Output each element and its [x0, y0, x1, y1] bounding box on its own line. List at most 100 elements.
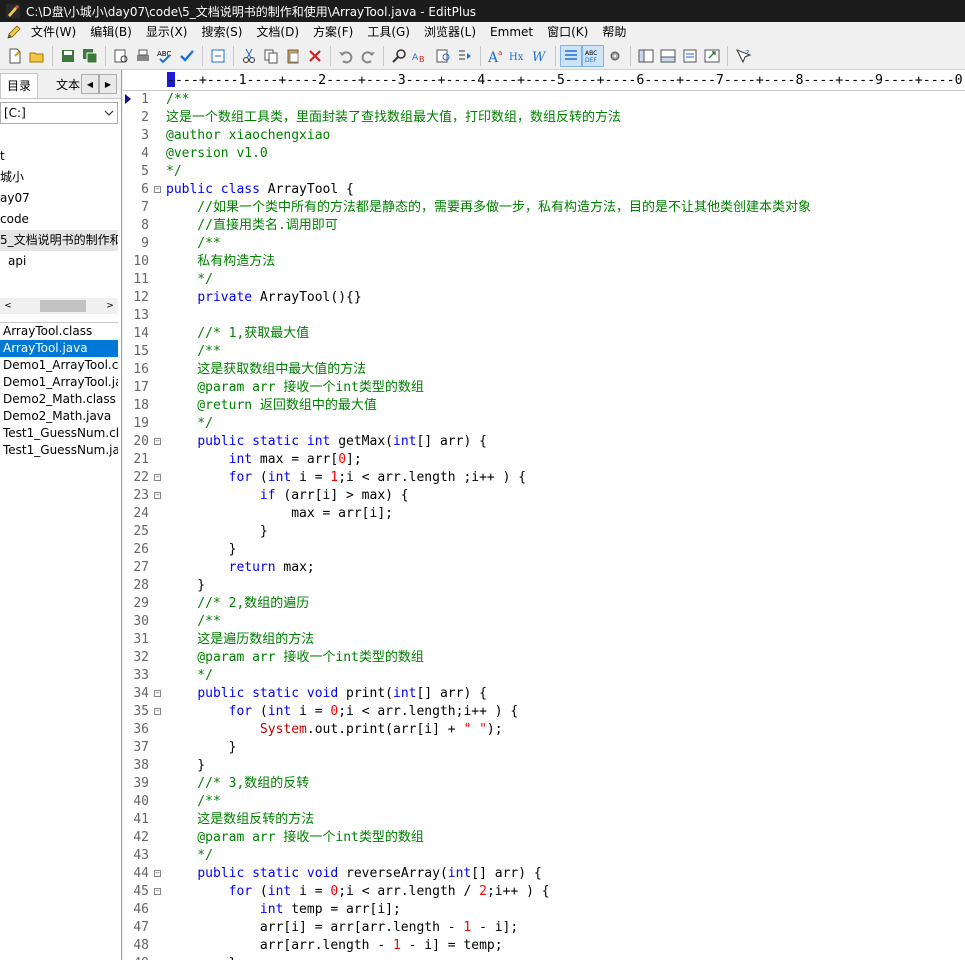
- file-item[interactable]: Test1_GuessNum.ja: [0, 442, 118, 459]
- folder-item[interactable]: api: [0, 251, 118, 272]
- menu-item[interactable]: Emmet: [483, 22, 540, 42]
- folder-item[interactable]: t: [0, 146, 118, 167]
- file-item[interactable]: ArrayTool.java: [0, 340, 118, 357]
- column-marker-icon[interactable]: ABC DEF: [582, 44, 604, 67]
- code-line[interactable]: 43 */: [123, 847, 965, 865]
- cliptext-icon[interactable]: [680, 46, 700, 66]
- menu-item[interactable]: 浏览器(L): [417, 22, 483, 42]
- menu-item[interactable]: 编辑(B): [83, 22, 139, 42]
- scroll-left-icon[interactable]: <: [0, 298, 16, 314]
- code-line[interactable]: 30 /**: [123, 613, 965, 631]
- file-item[interactable]: Test1_GuessNum.cla: [0, 425, 118, 442]
- fold-toggle-icon[interactable]: [154, 708, 161, 715]
- find-icon[interactable]: [389, 46, 409, 66]
- file-item[interactable]: Demo1_ArrayTool.ja: [0, 374, 118, 391]
- output-window-icon[interactable]: [658, 46, 678, 66]
- fold-toggle-icon[interactable]: [154, 186, 161, 193]
- fold-toggle-icon[interactable]: [154, 438, 161, 445]
- code-line[interactable]: 48 arr[arr.length - 1 - i] = temp;: [123, 937, 965, 955]
- code-line[interactable]: 6 public class ArrayTool {: [123, 181, 965, 199]
- code-line[interactable]: 34 public static void print(int[] arr) {: [123, 685, 965, 703]
- redo-icon[interactable]: [358, 46, 378, 66]
- menu-item[interactable]: 工具(G): [360, 22, 417, 42]
- code-line[interactable]: 5 */: [123, 163, 965, 181]
- file-item[interactable]: Demo2_Math.java: [0, 408, 118, 425]
- code-editor[interactable]: ----+----1----+----2----+----3----+----4…: [123, 70, 965, 960]
- code-line[interactable]: 38 }: [123, 757, 965, 775]
- file-item[interactable]: Demo2_Math.class: [0, 391, 118, 408]
- tab-scroll-right-icon[interactable]: ▶: [99, 74, 117, 94]
- help-icon[interactable]: ?: [733, 46, 753, 66]
- code-line[interactable]: 11 */: [123, 271, 965, 289]
- code-line[interactable]: 13: [123, 307, 965, 325]
- cut-icon[interactable]: [239, 46, 259, 66]
- code-line[interactable]: 42 @param arr 接收一个int类型的数组: [123, 829, 965, 847]
- save-icon[interactable]: [58, 46, 78, 66]
- spellcheck-icon[interactable]: ABC: [155, 46, 175, 66]
- new-file-icon[interactable]: [5, 46, 25, 66]
- print-preview-icon[interactable]: [111, 46, 131, 66]
- fold-toggle-icon[interactable]: [154, 870, 161, 877]
- code-line[interactable]: 20 public static int getMax(int[] arr) {: [123, 433, 965, 451]
- menu-item[interactable]: 文件(W): [24, 22, 83, 42]
- menu-item[interactable]: 帮助: [595, 22, 633, 42]
- code-line[interactable]: 28 }: [123, 577, 965, 595]
- code-line[interactable]: 35 for (int i = 0;i < arr.length;i++ ) {: [123, 703, 965, 721]
- font-icon[interactable]: Aa: [486, 46, 506, 66]
- folder-tree-scrollbar[interactable]: < >: [0, 298, 118, 314]
- undo-icon[interactable]: [336, 46, 356, 66]
- code-line[interactable]: 18 @return 返回数组中的最大值: [123, 397, 965, 415]
- tab-scroll-left-icon[interactable]: ◀: [81, 74, 99, 94]
- check-icon[interactable]: [177, 46, 197, 66]
- code-line[interactable]: 40 /**: [123, 793, 965, 811]
- code-line[interactable]: 27 return max;: [123, 559, 965, 577]
- code-line[interactable]: 24 max = arr[i];: [123, 505, 965, 523]
- menu-item[interactable]: 方案(F): [306, 22, 360, 42]
- copy-icon[interactable]: [261, 46, 281, 66]
- code-line[interactable]: 15 /**: [123, 343, 965, 361]
- browser-icon[interactable]: [208, 46, 228, 66]
- code-line[interactable]: 32 @param arr 接收一个int类型的数组: [123, 649, 965, 667]
- code-line[interactable]: 2 这是一个数组工具类，里面封装了查找数组最大值，打印数组，数组反转的方法: [123, 109, 965, 127]
- folder-item[interactable]: ay07: [0, 188, 118, 209]
- hex-icon[interactable]: Hx: [508, 46, 528, 66]
- menu-item[interactable]: 搜索(S): [194, 22, 249, 42]
- fold-toggle-icon[interactable]: [154, 690, 161, 697]
- code-line[interactable]: 17 @param arr 接收一个int类型的数组: [123, 379, 965, 397]
- word-wrap-icon[interactable]: W: [530, 46, 550, 66]
- code-line[interactable]: 3 @author xiaochengxiao: [123, 127, 965, 145]
- code-line[interactable]: 10 私有构造方法: [123, 253, 965, 271]
- code-line[interactable]: 22 for (int i = 1;i < arr.length ;i++ ) …: [123, 469, 965, 487]
- folder-item[interactable]: 5_文档说明书的制作和: [0, 230, 118, 251]
- goto-icon[interactable]: [455, 46, 475, 66]
- code-line[interactable]: 16 这是获取数组中最大值的方法: [123, 361, 965, 379]
- file-item[interactable]: Demo1_ArrayTool.c: [0, 357, 118, 374]
- code-line[interactable]: 39 //* 3,数组的反转: [123, 775, 965, 793]
- scroll-right-icon[interactable]: >: [102, 298, 118, 314]
- folder-item[interactable]: code: [0, 209, 118, 230]
- fold-toggle-icon[interactable]: [154, 492, 161, 499]
- code-line[interactable]: 9 /**: [123, 235, 965, 253]
- code-line[interactable]: 4 @version v1.0: [123, 145, 965, 163]
- folder-item[interactable]: 城小: [0, 167, 118, 188]
- code-line[interactable]: 41 这是数组反转的方法: [123, 811, 965, 829]
- code-line[interactable]: 26 }: [123, 541, 965, 559]
- line-number-icon[interactable]: [560, 44, 582, 67]
- save-all-icon[interactable]: [80, 46, 100, 66]
- code-line[interactable]: 25 }: [123, 523, 965, 541]
- drive-select[interactable]: [C:]: [0, 102, 118, 124]
- menu-item[interactable]: 文档(D): [249, 22, 306, 42]
- replace-icon[interactable]: AB: [411, 46, 431, 66]
- find-in-files-icon[interactable]: [433, 46, 453, 66]
- code-line[interactable]: 36 System.out.print(arr[i] + " ");: [123, 721, 965, 739]
- code-line[interactable]: 45 for (int i = 0;i < arr.length / 2;i++…: [123, 883, 965, 901]
- open-icon[interactable]: [27, 46, 47, 66]
- code-line[interactable]: 8 //直接用类名.调用即可: [123, 217, 965, 235]
- fullscreen-icon[interactable]: [702, 46, 722, 66]
- code-line[interactable]: 47 arr[i] = arr[arr.length - 1 - i];: [123, 919, 965, 937]
- code-line[interactable]: 12 private ArrayTool(){}: [123, 289, 965, 307]
- fold-toggle-icon[interactable]: [154, 888, 161, 895]
- code-line[interactable]: 14 //* 1,获取最大值: [123, 325, 965, 343]
- settings-icon[interactable]: [605, 46, 625, 66]
- code-line[interactable]: 33 */: [123, 667, 965, 685]
